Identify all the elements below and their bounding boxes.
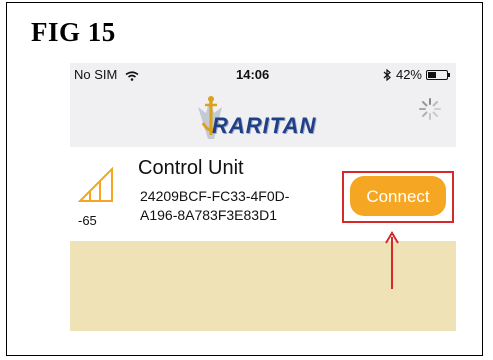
device-id-line2: A196-8A783F3E83D1: [140, 207, 277, 223]
phone-screen: No SIM 14:06 42% RARITAN -65 Control Uni…: [70, 63, 456, 331]
bluetooth-icon: [383, 68, 391, 81]
signal-strength-icon: [78, 167, 113, 202]
battery-icon: [426, 69, 450, 80]
connect-button[interactable]: Connect: [350, 176, 446, 216]
figure-title: FIG 15: [31, 17, 116, 47]
device-id-line1: 24209BCF-FC33-4F0D-: [140, 188, 290, 204]
figure-frame: FIG 15 No SIM 14:06 42% RARITAN -65 Cont…: [6, 2, 483, 356]
device-name: Control Unit: [138, 157, 244, 179]
wifi-icon: [125, 71, 139, 81]
device-id: 24209BCF-FC33-4F0D- A196-8A783F3E83D1: [140, 187, 340, 225]
logo-text: RARITAN: [212, 113, 317, 138]
carrier-label: No SIM: [74, 67, 118, 82]
status-right: 42%: [383, 67, 450, 82]
clock: 14:06: [236, 67, 270, 82]
carrier-status: No SIM: [74, 67, 139, 82]
red-pointer-arrow: [385, 231, 399, 289]
raritan-logo: RARITAN: [188, 91, 348, 143]
rssi-value: -65: [78, 213, 97, 228]
device-list-item[interactable]: -65 Control Unit 24209BCF-FC33-4F0D- A19…: [70, 147, 456, 239]
status-bar: No SIM 14:06 42%: [70, 63, 456, 85]
nav-bar: RARITAN: [70, 85, 456, 148]
battery-percent: 42%: [395, 67, 422, 82]
loading-spinner-icon: [419, 98, 441, 120]
